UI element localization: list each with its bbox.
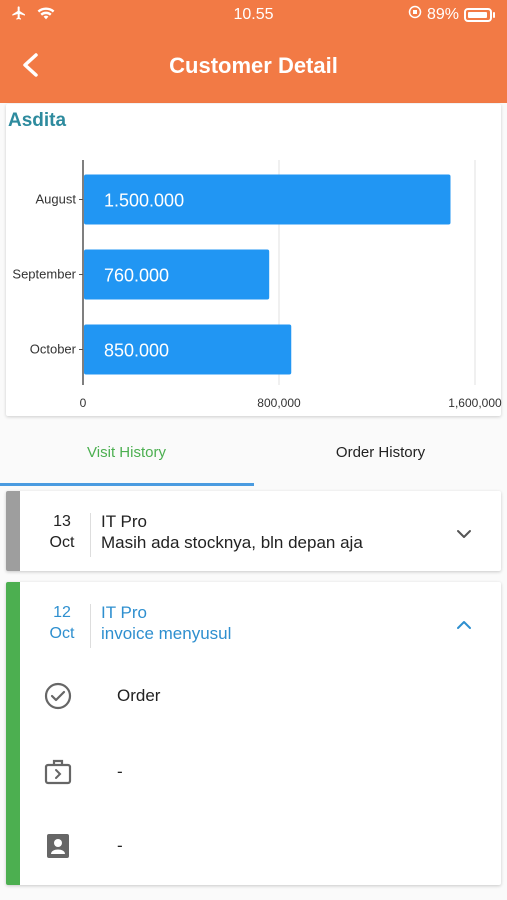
battery-percent: 89% [426,5,459,23]
bar-value-label: 760.000 [104,266,169,286]
tab-order-history[interactable]: Order History [254,432,507,484]
check-circle-icon [44,682,72,710]
visit-status-bar [6,491,20,571]
visit-note: invoice menyusul [101,624,232,643]
customer-name: Asdita [8,110,67,131]
divider [90,513,91,557]
visit-card[interactable]: 12 Oct IT Pro invoice menyusul Order - - [6,582,501,885]
category-label: October [30,342,77,357]
visit-purpose-value: - [117,762,123,781]
visit-month: Oct [49,625,75,642]
visit-result-row: Order [42,680,482,714]
x-tick-label: 0 [80,396,87,410]
sales-bar-chart: 0 800,000 1,600,000 August 1.500.000 Septembe… [12,160,502,410]
visit-company: IT Pro [101,603,147,622]
active-tab-indicator [0,483,254,486]
divider [90,604,91,648]
visit-note: Masih ada stocknya, bln depan aja [101,533,363,552]
visit-day: 13 [53,513,71,530]
status-bar: 10.55 89% [0,0,507,30]
visit-result-value: Order [117,686,161,705]
visit-month: Oct [49,534,75,551]
battery-icon [464,7,492,22]
visit-date: 12 Oct [42,602,82,644]
app-bar: 10.55 89% Customer Detail [0,0,507,103]
orientation-lock-icon [408,5,422,24]
visit-purpose-row: - [42,756,482,790]
visit-info: IT Pro Masih ada stocknya, bln depan aja [101,511,363,553]
contact-card-icon [47,834,69,858]
category-label: September [12,267,76,282]
history-tabs: Visit History Order History [0,432,507,487]
chevron-up-icon[interactable] [455,616,473,634]
visit-contact-row: - [42,830,482,864]
visit-status-bar [6,582,20,885]
visit-contact-value: - [117,836,123,855]
visit-company: IT Pro [101,512,147,531]
tab-visit-history[interactable]: Visit History [0,432,253,484]
visit-date: 13 Oct [42,511,82,553]
visit-day: 12 [53,604,71,621]
bar-value-label: 850.000 [104,341,169,361]
bar-value-label: 1.500.000 [104,191,184,211]
category-label: August [36,192,77,207]
visit-card[interactable]: 13 Oct IT Pro Masih ada stocknya, bln de… [6,491,501,571]
page-title: Customer Detail [169,53,338,78]
chevron-down-icon[interactable] [455,525,473,543]
briefcase-icon [44,759,72,785]
visit-info: IT Pro invoice menyusul [101,602,231,644]
x-tick-label: 800,000 [257,396,301,410]
x-tick-label: 1,600,000 [448,396,502,410]
